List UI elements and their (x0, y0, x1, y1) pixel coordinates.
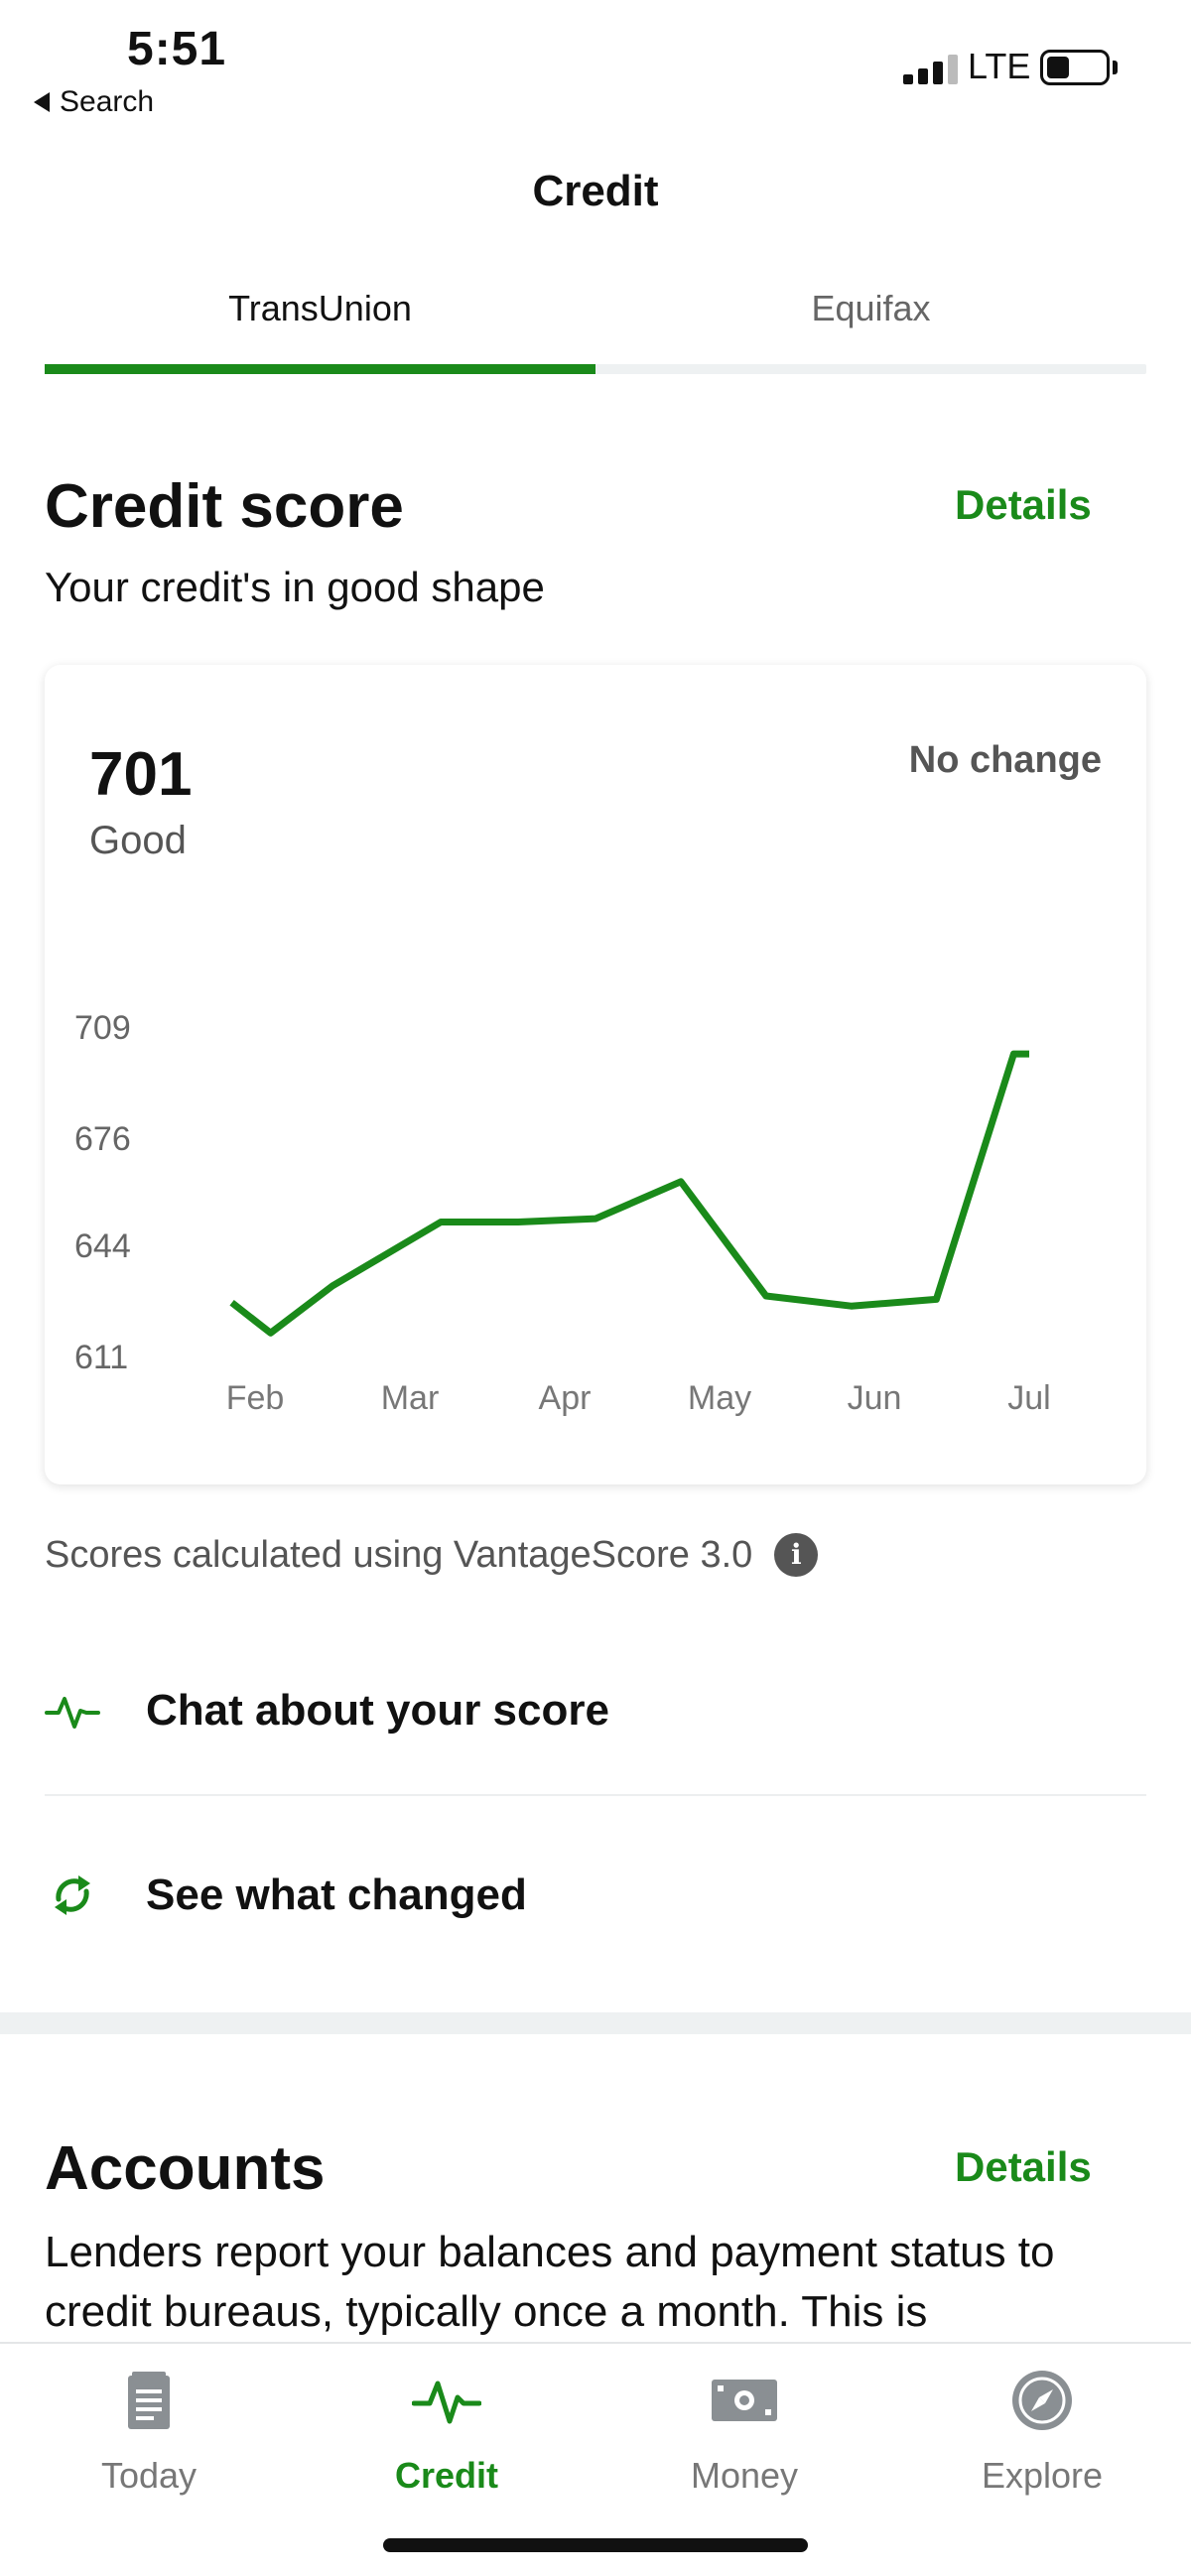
vantage-footnote: Scores calculated using VantageScore 3.0… (45, 1533, 819, 1577)
page-title: Credit (532, 167, 659, 215)
y-tick-label: 644 (74, 1227, 131, 1265)
battery-tip (1113, 61, 1118, 74)
y-tick-label: 611 (74, 1339, 128, 1376)
see-what-changed-row[interactable]: See what changed (45, 1821, 1146, 1970)
see-what-changed-label: See what changed (146, 1870, 527, 1919)
y-tick-label: 676 (74, 1120, 131, 1158)
pulse-icon (412, 2381, 481, 2424)
credit-score-details-link[interactable]: Details (955, 481, 1092, 529)
accounts-description: Lenders report your balances and payment… (45, 2228, 1055, 2336)
section-divider (0, 2012, 1191, 2034)
footnote-text: Scores calculated using VantageScore 3.0 (45, 1533, 753, 1576)
score-card: 701 Good No change 709 676 644 611 Feb Mar Apr… (45, 665, 1146, 1484)
cash-icon (712, 2380, 777, 2421)
x-tick-label: Mar (381, 1379, 440, 1417)
battery-icon (1040, 50, 1110, 85)
signal-icon (903, 55, 958, 84)
nav-credit-label: Credit (394, 2455, 498, 2496)
nav-today-label: Today (100, 2455, 198, 2496)
score-series-line (229, 1050, 1029, 1337)
info-icon[interactable]: i (774, 1533, 819, 1577)
document-icon (128, 2372, 170, 2429)
score-chart: 709 676 644 611 Feb Mar Apr May Jun Jul (74, 1009, 1051, 1417)
bureau-tabs: TransUnion Equifax (45, 288, 1146, 375)
clock: 5:51 (127, 23, 227, 75)
accounts-details-link[interactable]: Details (955, 2143, 1092, 2191)
x-tick-label: May (688, 1379, 751, 1417)
credit-score-heading: Credit score (45, 472, 404, 541)
nav-today[interactable]: Today (0, 2366, 298, 2497)
x-tick-label: Jul (1007, 1379, 1050, 1417)
nav-money[interactable]: Money (596, 2366, 893, 2497)
network-label: LTE (968, 46, 1031, 86)
chat-about-score-row[interactable]: Chat about your score (45, 1627, 1146, 1796)
nav-credit[interactable]: Credit (298, 2366, 596, 2497)
back-arrow-icon (34, 92, 50, 112)
home-indicator (383, 2538, 808, 2552)
credit-score-subtitle: Your credit's in good shape (45, 564, 545, 610)
tab-transunion[interactable]: TransUnion (45, 288, 596, 329)
x-tick-label: Jun (848, 1379, 902, 1417)
refresh-icon (55, 1875, 90, 1915)
y-tick-label: 709 (74, 1009, 131, 1047)
back-label: Search (60, 85, 155, 118)
active-tab-indicator (45, 364, 596, 374)
pulse-icon (45, 1697, 100, 1729)
compass-icon (1012, 2371, 1072, 2430)
accounts-heading: Accounts (45, 2134, 326, 2203)
status-bar: 5:51 Search LTE (0, 0, 1191, 119)
tab-equifax[interactable]: Equifax (596, 288, 1146, 329)
nav-explore[interactable]: Explore (893, 2366, 1191, 2497)
x-tick-label: Apr (539, 1379, 592, 1417)
nav-money-label: Money (690, 2455, 799, 2496)
back-to-search-button[interactable]: Search (34, 85, 154, 119)
x-tick-label: Feb (226, 1379, 285, 1417)
chat-about-score-label: Chat about your score (146, 1686, 609, 1735)
nav-explore-label: Explore (981, 2455, 1104, 2496)
